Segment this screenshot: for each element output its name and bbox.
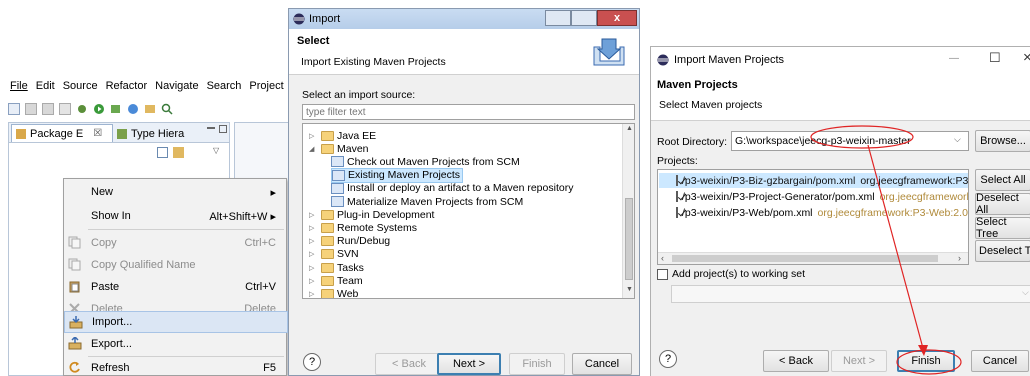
annotation-ellipse-root bbox=[810, 125, 914, 149]
annotation-arrow-line bbox=[867, 144, 925, 353]
annotation-ellipse-finish bbox=[896, 349, 962, 375]
annotation-overlay bbox=[810, 125, 962, 375]
